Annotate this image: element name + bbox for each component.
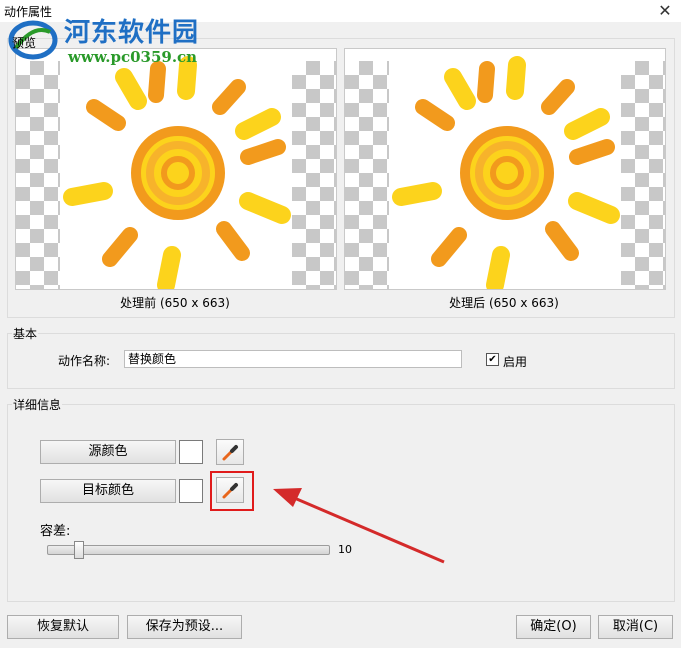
source-color-swatch[interactable] (179, 440, 203, 464)
eyedropper-icon (222, 445, 238, 461)
details-group (7, 404, 675, 602)
action-name-label: 动作名称: (58, 354, 111, 368)
watermark-url: www.pc0359.cn (68, 48, 198, 66)
action-name-input[interactable] (124, 350, 462, 368)
watermark-site-name: 河东软件园 (64, 18, 200, 48)
sun-image-before (63, 56, 291, 289)
target-color-button[interactable]: 目标颜色 (40, 479, 176, 503)
before-preview-image (15, 48, 337, 290)
save-preset-button[interactable]: 保存为预设... (127, 615, 242, 639)
enabled-checkbox[interactable]: ✔ (486, 353, 499, 366)
source-color-button[interactable]: 源颜色 (40, 440, 176, 464)
eyedropper-icon (222, 483, 238, 499)
watermark: 河东软件园 www.pc0359.cn 预览 (8, 10, 228, 72)
restore-default-button[interactable]: 恢复默认 (7, 615, 119, 639)
details-group-label: 详细信息 (12, 396, 63, 413)
basic-group-label: 基本 (12, 325, 39, 342)
after-caption: 处理后 (650 x 663) (449, 296, 559, 310)
source-color-picker-button[interactable] (216, 439, 244, 465)
preview-group-label: 预览 (12, 36, 37, 50)
enabled-label: 启用 (503, 355, 528, 369)
tolerance-label: 容差: (40, 524, 71, 539)
cancel-button[interactable]: 取消(C) (598, 615, 673, 639)
target-color-swatch[interactable] (179, 479, 203, 503)
tolerance-slider-track[interactable] (47, 545, 330, 555)
sun-image-after (392, 56, 620, 289)
before-caption: 处理前 (650 x 663) (120, 296, 230, 310)
after-preview-image (344, 48, 666, 290)
tolerance-value: 10 (338, 543, 352, 556)
target-color-picker-button[interactable] (216, 477, 244, 503)
close-button[interactable]: ✕ (655, 1, 675, 21)
tolerance-slider-thumb[interactable] (74, 541, 85, 559)
ok-button[interactable]: 确定(O) (516, 615, 591, 639)
